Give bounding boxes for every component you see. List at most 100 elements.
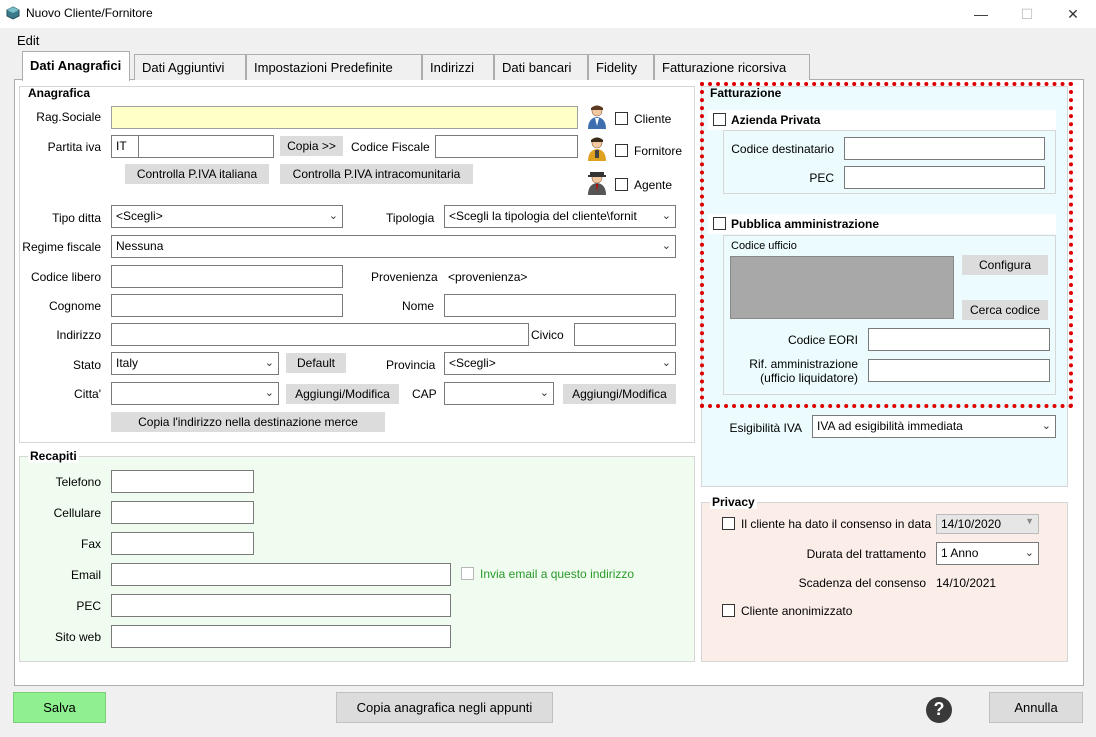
fornitore-checkbox[interactable] <box>615 144 628 157</box>
menu-edit[interactable]: Edit <box>17 33 39 48</box>
durata-trattamento-label: Durata del trattamento <box>806 547 926 561</box>
email-label: Email <box>70 568 101 582</box>
esigibilita-iva-value: IVA ad esigibilità immediata <box>817 419 963 433</box>
help-button[interactable]: ? <box>924 695 954 725</box>
aggiungi-modifica-cap-button[interactable]: Aggiungi/Modifica <box>563 384 676 404</box>
chevron-down-icon: ⌄ <box>1024 547 1034 559</box>
cognome-label: Cognome <box>48 299 101 313</box>
cognome-input[interactable] <box>111 294 343 317</box>
regime-fiscale-label: Regime fiscale <box>22 240 101 254</box>
durata-trattamento-select[interactable]: 1 Anno ⌄ <box>936 542 1039 565</box>
menu-bar <box>0 28 1096 50</box>
copia-button[interactable]: Copia >> <box>280 136 343 156</box>
fax-input[interactable] <box>111 532 254 555</box>
pec-label: PEC <box>76 599 101 613</box>
stato-value: Italy <box>116 356 139 370</box>
chevron-down-icon: ⌄ <box>1041 420 1051 432</box>
tipo-ditta-select[interactable]: <Scegli> ⌄ <box>111 205 343 228</box>
provenienza-value[interactable]: <provenienza> <box>448 270 527 284</box>
agente-checkbox[interactable] <box>615 178 628 191</box>
consenso-checkbox[interactable] <box>722 517 735 530</box>
chevron-down-icon: ⌄ <box>264 387 274 399</box>
consenso-date-picker[interactable]: 14/10/2020 ▼ <box>936 514 1039 534</box>
controlla-piva-intracomunitaria-button[interactable]: Controlla P.IVA intracomunitaria <box>280 164 473 184</box>
partita-iva-input[interactable] <box>138 135 274 158</box>
chevron-down-icon: ⌄ <box>661 210 671 222</box>
cap-select[interactable]: ⌄ <box>444 382 554 405</box>
codice-fiscale-input[interactable] <box>435 135 578 158</box>
help-label: ? <box>933 699 945 719</box>
partita-iva-prefix-input[interactable]: IT <box>111 135 139 158</box>
salva-button[interactable]: Salva <box>13 692 106 723</box>
stato-select[interactable]: Italy ⌄ <box>111 352 279 375</box>
chevron-down-icon: ⌄ <box>661 357 671 369</box>
controlla-piva-italiana-button[interactable]: Controlla P.IVA italiana <box>125 164 269 184</box>
agente-label: Agente <box>634 178 673 192</box>
anagrafica-title: Anagrafica <box>28 86 91 100</box>
cellulare-label: Cellulare <box>53 506 101 520</box>
minimize-button[interactable]: — <box>958 0 1004 28</box>
esigibilita-iva-label: Esigibilità IVA <box>729 421 802 435</box>
tab-dati-bancari[interactable]: Dati bancari <box>494 54 588 80</box>
provincia-select[interactable]: <Scegli> ⌄ <box>444 352 676 375</box>
cliente-checkbox[interactable] <box>615 112 628 125</box>
esigibilita-iva-select[interactable]: IVA ad esigibilità immediata ⌄ <box>812 415 1056 438</box>
regime-fiscale-select[interactable]: Nessuna ⌄ <box>111 235 676 258</box>
civico-input[interactable] <box>574 323 676 346</box>
civico-label: Civico <box>531 328 564 342</box>
tab-indirizzi[interactable]: Indirizzi <box>422 54 494 80</box>
stato-label: Stato <box>72 358 101 372</box>
copia-indirizzo-button[interactable]: Copia l'indirizzo nella destinazione mer… <box>111 412 385 432</box>
cliente-label: Cliente <box>634 112 672 126</box>
close-button[interactable]: ✕ <box>1050 0 1096 28</box>
annulla-button[interactable]: Annulla <box>989 692 1083 723</box>
cap-label: CAP <box>412 387 437 401</box>
tab-dati-aggiuntivi[interactable]: Dati Aggiuntivi <box>134 54 246 80</box>
provenienza-label: Provenienza <box>371 270 438 284</box>
window-title: Nuovo Cliente/Fornitore <box>26 6 153 20</box>
citta-select[interactable]: ⌄ <box>111 382 279 405</box>
email-input[interactable] <box>111 563 451 586</box>
highlight-frame <box>700 82 1073 408</box>
tab-impostazioni-predefinite[interactable]: Impostazioni Predefinite <box>246 54 422 80</box>
app-icon <box>6 6 20 20</box>
recapiti-title: Recapiti <box>28 449 79 463</box>
tab-dati-anagrafici[interactable]: Dati Anagrafici <box>22 51 130 81</box>
rag-sociale-input[interactable] <box>111 106 578 129</box>
agente-person-icon <box>588 172 606 195</box>
anonimizzato-checkbox[interactable] <box>722 604 735 617</box>
title-bar <box>0 0 1096 28</box>
codice-fiscale-label: Codice Fiscale <box>351 140 430 154</box>
codice-libero-input[interactable] <box>111 265 343 288</box>
sito-web-input[interactable] <box>111 625 451 648</box>
tipologia-select[interactable]: <Scegli la tipologia del cliente\fornit … <box>444 205 676 228</box>
telefono-input[interactable] <box>111 470 254 493</box>
partita-iva-label: Partita iva <box>47 140 101 154</box>
fornitore-person-icon <box>588 137 606 161</box>
nome-input[interactable] <box>444 294 676 317</box>
consenso-label: Il cliente ha dato il consenso in data <box>741 517 932 531</box>
durata-trattamento-value: 1 Anno <box>941 546 979 560</box>
rag-sociale-label: Rag.Sociale <box>36 110 101 124</box>
tab-fatturazione-ricorsiva[interactable]: Fatturazione ricorsiva <box>654 54 810 80</box>
scadenza-consenso-label: Scadenza del consenso <box>798 576 926 590</box>
copia-anagrafica-button[interactable]: Copia anagrafica negli appunti <box>336 692 553 723</box>
invia-email-checkbox[interactable] <box>461 567 474 580</box>
cellulare-input[interactable] <box>111 501 254 524</box>
tipologia-value: <Scegli la tipologia del cliente\fornit <box>449 209 637 223</box>
sito-web-label: Sito web <box>54 630 101 644</box>
indirizzo-input[interactable] <box>111 323 529 346</box>
maximize-button[interactable]: ☐ <box>1004 0 1050 28</box>
invia-email-label: Invia email a questo indirizzo <box>480 567 635 581</box>
default-button[interactable]: Default <box>286 353 346 373</box>
codice-libero-label: Codice libero <box>30 270 101 284</box>
privacy-title: Privacy <box>710 495 757 509</box>
caret-down-icon: ▼ <box>1025 516 1034 526</box>
pec-input[interactable] <box>111 594 451 617</box>
cliente-person-icon <box>588 105 606 129</box>
provincia-value: <Scegli> <box>449 356 496 370</box>
anonimizzato-label: Cliente anonimizzato <box>741 604 853 618</box>
aggiungi-modifica-citta-button[interactable]: Aggiungi/Modifica <box>286 384 399 404</box>
chevron-down-icon: ⌄ <box>264 357 274 369</box>
tab-fidelity[interactable]: Fidelity <box>588 54 654 80</box>
